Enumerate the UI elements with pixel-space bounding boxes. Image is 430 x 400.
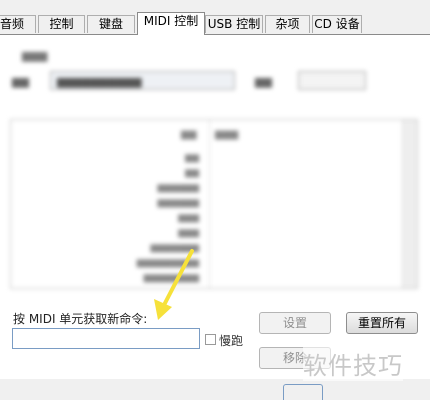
list-header-col1: ▆▆: [181, 129, 197, 140]
slow-checkbox[interactable]: [205, 334, 216, 345]
blurred-group-label: ▆▆▆: [22, 49, 48, 62]
reset-all-button[interactable]: 重置所有: [346, 312, 418, 334]
list-header-col2: ▆▆▆: [215, 129, 239, 140]
device-combo-text: ▆▆▆▆▆▆▆▆▆▆: [57, 75, 142, 88]
set-button-label: 设置: [282, 316, 307, 330]
annotation-arrow-icon: [154, 249, 194, 320]
watermark-text: 软件技巧: [303, 346, 403, 381]
ok-button-edge[interactable]: [283, 384, 323, 400]
list-row[interactable]: ▆▆: [185, 153, 199, 163]
blurred-left-label: ▆▆: [12, 75, 29, 88]
list-header: ▆▆ ▆▆▆: [11, 126, 417, 144]
reset-all-button-label: 重置所有: [357, 316, 406, 330]
tab-usb-control[interactable]: USB 控制: [205, 15, 263, 33]
dialog-bottom-bar: [0, 379, 430, 399]
command-input[interactable]: [12, 328, 200, 349]
blurred-combo2-label: ▆▆: [255, 75, 272, 88]
tab-cd-device[interactable]: CD 设备: [312, 15, 362, 33]
list-scrollbar[interactable]: [402, 120, 417, 288]
get-command-label: 按 MIDI 单元获取新命令:: [13, 312, 148, 326]
slow-checkbox-label: 慢跑: [219, 334, 244, 348]
device-combo[interactable]: ▆▆▆▆▆▆▆▆▆▆: [50, 71, 235, 90]
channel-combo[interactable]: [298, 71, 366, 90]
list-row[interactable]: ▆▆▆: [178, 213, 199, 223]
tab-control[interactable]: 控制: [38, 15, 85, 33]
tab-control-label: 控制: [49, 17, 74, 31]
tab-strip: 音频 控制 键盘 MIDI 控制 USB 控制 杂项 CD 设备: [0, 0, 430, 35]
tab-keyboard-label: 键盘: [98, 17, 123, 31]
tab-audio[interactable]: 音频: [0, 15, 36, 33]
tab-midi-control[interactable]: MIDI 控制: [137, 12, 205, 35]
set-button[interactable]: 设置: [259, 312, 331, 334]
list-row[interactable]: ▆▆▆▆▆▆: [157, 183, 199, 193]
tab-cd-device-label: CD 设备: [314, 17, 360, 31]
tab-keyboard[interactable]: 键盘: [87, 15, 135, 33]
list-row[interactable]: ▆▆: [185, 168, 199, 178]
tab-midi-control-label: MIDI 控制: [143, 14, 199, 28]
midi-command-list[interactable]: ▆▆ ▆▆▆ ▆▆ ▆▆ ▆▆▆▆▆▆ ▆▆▆▆▆▆ ▆▆▆ ▆▆▆ ▆▆▆▆▆…: [10, 119, 418, 289]
tab-misc[interactable]: 杂项: [265, 15, 310, 33]
list-row[interactable]: ▆▆▆▆▆▆: [157, 198, 199, 208]
midi-control-panel: ▆▆▆ ▆▆ ▆▆▆▆▆▆▆▆▆▆ ▆▆ ▆▆ ▆▆▆ ▆▆ ▆▆ ▆▆▆▆▆▆…: [0, 34, 430, 379]
list-row[interactable]: ▆▆▆: [178, 228, 199, 238]
list-column-separator: [209, 120, 210, 288]
blurred-region: ▆▆▆ ▆▆ ▆▆▆▆▆▆▆▆▆▆ ▆▆ ▆▆ ▆▆▆ ▆▆ ▆▆ ▆▆▆▆▆▆…: [0, 35, 430, 297]
tab-audio-label: 音频: [0, 17, 24, 31]
tab-misc-label: 杂项: [275, 17, 300, 31]
tab-usb-control-label: USB 控制: [207, 17, 261, 31]
